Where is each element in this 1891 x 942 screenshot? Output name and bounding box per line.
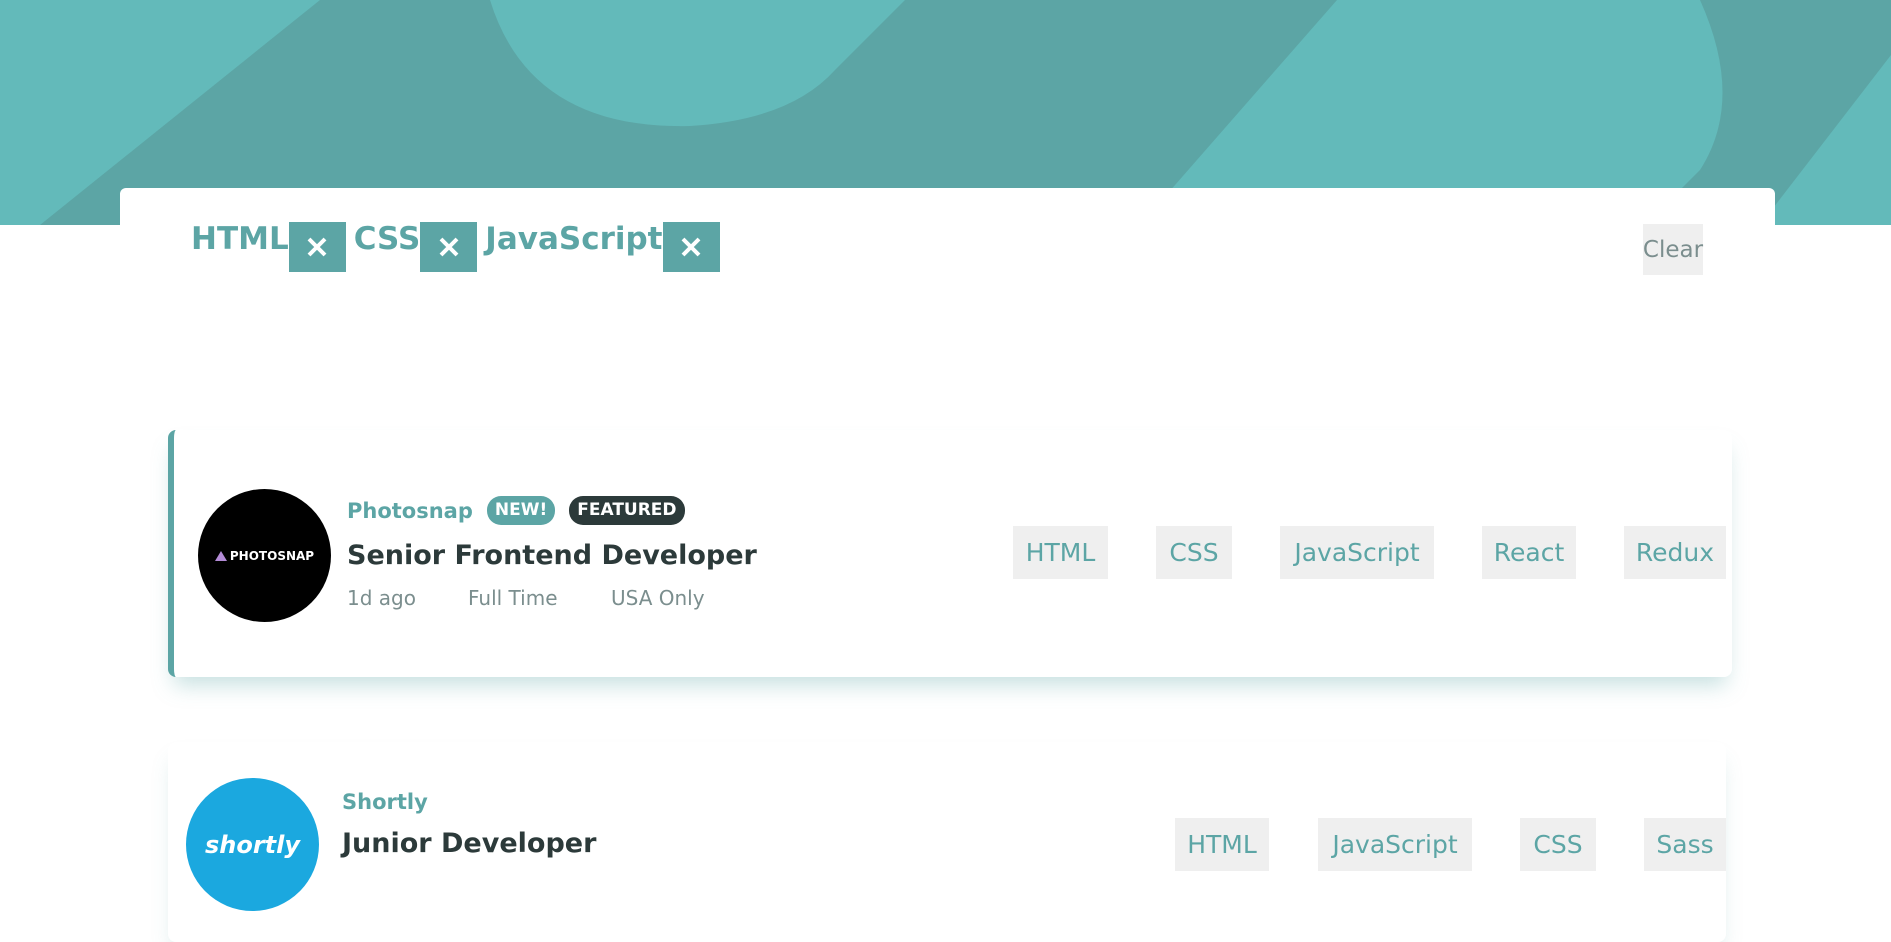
- close-icon: [307, 237, 327, 257]
- company-logo: shortly: [186, 778, 319, 911]
- job-card: shortly Shortly Junior Developer HTML Ja…: [168, 742, 1726, 942]
- close-icon: [681, 237, 701, 257]
- filter-chips: HTML CSS JavaScript: [191, 222, 728, 272]
- close-icon: [439, 237, 459, 257]
- featured-badge: FEATURED: [569, 496, 685, 525]
- tag-html[interactable]: HTML: [1013, 526, 1108, 579]
- job-card: PHOTOSNAP Photosnap NEW! FEATURED Senior…: [168, 430, 1732, 677]
- tag-javascript[interactable]: JavaScript: [1280, 526, 1434, 579]
- job-location: USA Only: [611, 586, 705, 610]
- tag-html[interactable]: HTML: [1175, 818, 1269, 871]
- remove-filter-javascript-button[interactable]: [662, 222, 720, 272]
- remove-filter-css-button[interactable]: [420, 222, 478, 272]
- tag-sass[interactable]: Sass: [1644, 818, 1726, 871]
- contract-type: Full Time: [468, 586, 558, 610]
- filter-bar: HTML CSS JavaScript Clear: [120, 188, 1775, 376]
- job-position-link[interactable]: Junior Developer: [342, 828, 596, 859]
- remove-filter-html-button[interactable]: [288, 222, 346, 272]
- tag-redux[interactable]: Redux: [1624, 526, 1726, 579]
- tag-javascript[interactable]: JavaScript: [1318, 818, 1472, 871]
- logo-text: shortly: [204, 830, 301, 859]
- tag-css[interactable]: CSS: [1156, 526, 1232, 579]
- posted-at: 1d ago: [347, 586, 416, 610]
- filter-chip-label: CSS: [353, 221, 421, 257]
- job-position-link[interactable]: Senior Frontend Developer: [347, 540, 757, 571]
- company-logo: PHOTOSNAP: [198, 489, 331, 622]
- tag-css[interactable]: CSS: [1520, 818, 1596, 871]
- filter-chip-label: JavaScript: [485, 221, 663, 257]
- logo-text: PHOTOSNAP: [229, 548, 315, 563]
- company-name: Shortly: [342, 790, 428, 814]
- new-badge: NEW!: [486, 496, 556, 525]
- clear-filters-button[interactable]: Clear: [1643, 224, 1703, 275]
- company-name: Photosnap: [347, 498, 473, 523]
- photosnap-logo-icon: [214, 550, 227, 561]
- tag-react[interactable]: React: [1482, 526, 1576, 579]
- filter-chip-label: HTML: [191, 221, 289, 257]
